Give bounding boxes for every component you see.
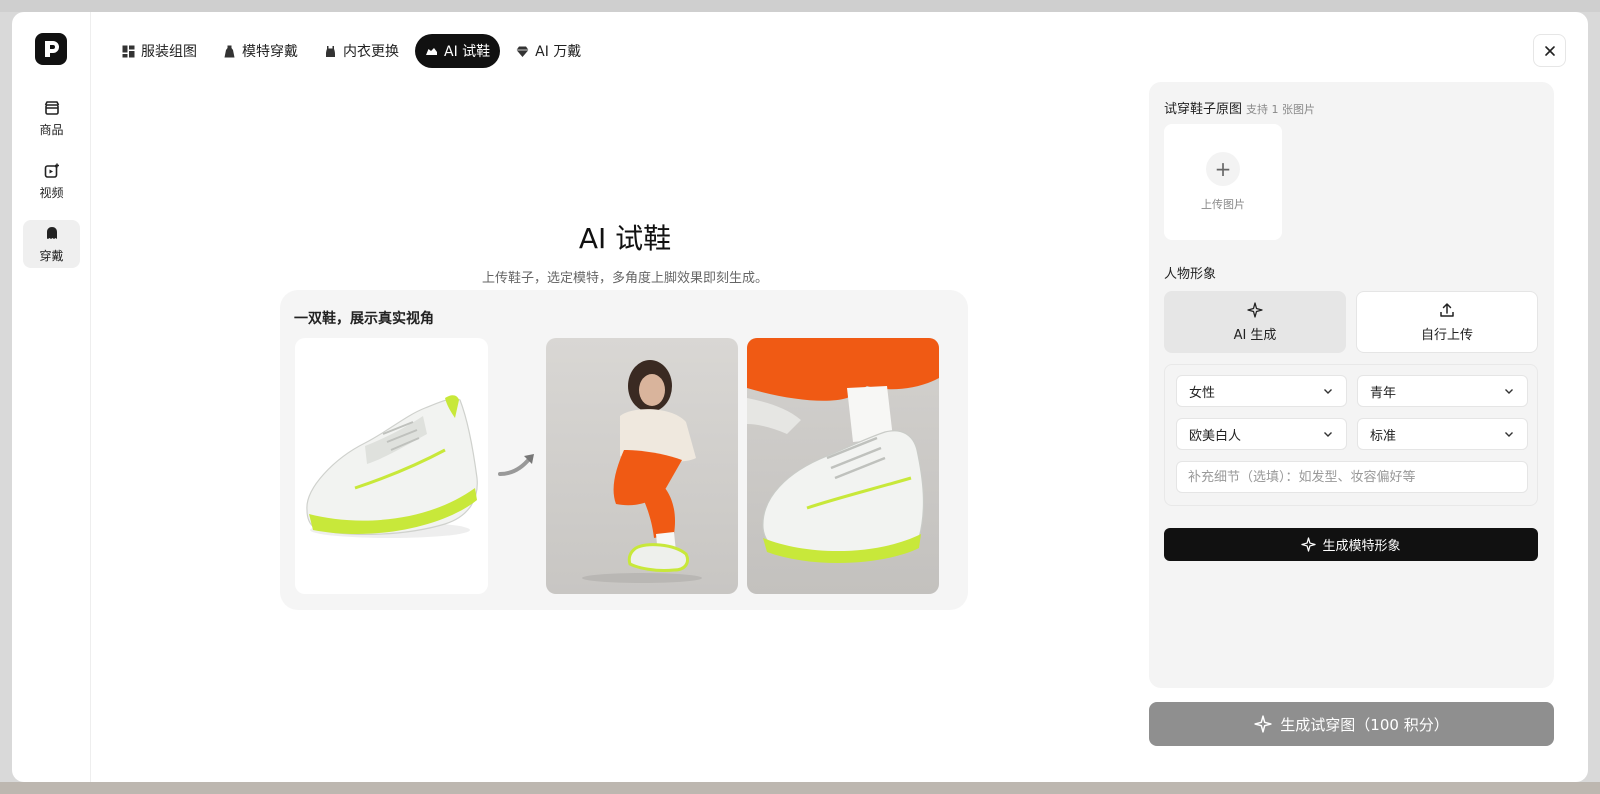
persona-options: 女性 青年 欧美白人 标准 bbox=[1164, 364, 1538, 506]
wear-icon bbox=[46, 226, 57, 239]
sneaker-illustration bbox=[306, 395, 478, 538]
gender-value: 女性 bbox=[1189, 385, 1216, 401]
close-icon bbox=[1544, 45, 1555, 56]
ethnicity-value: 欧美白人 bbox=[1189, 428, 1242, 444]
sparkle-icon bbox=[1254, 715, 1272, 733]
example-card: 一双鞋，展示真实视角 bbox=[280, 290, 968, 610]
upload-section-title-text: 试穿鞋子原图 bbox=[1164, 102, 1243, 117]
gem-icon bbox=[516, 46, 529, 57]
tab-underwear-swap[interactable]: 内衣更换 bbox=[314, 34, 409, 68]
sparkle-icon bbox=[1247, 301, 1263, 318]
left-rail: 商品 视频 穿戴 bbox=[12, 12, 91, 782]
tab-model-wear[interactable]: 模特穿戴 bbox=[213, 34, 308, 68]
tab-label: 内衣更换 bbox=[343, 44, 399, 60]
sidebar-item-label: 商品 bbox=[39, 122, 64, 137]
tryon-modal: 商品 视频 穿戴 服装组图 模特穿戴 内衣更换 AI 试鞋 AI 万戴 AI 试… bbox=[12, 12, 1588, 782]
generate-tryon-label: 生成试穿图（100 积分） bbox=[1280, 715, 1449, 734]
chevron-down-icon bbox=[1324, 389, 1332, 394]
tab-label: 模特穿戴 bbox=[242, 44, 298, 60]
body-type-select[interactable]: 标准 bbox=[1357, 418, 1528, 450]
underwear-icon bbox=[326, 45, 335, 57]
generate-model-button[interactable]: 生成模特形象 bbox=[1164, 528, 1538, 561]
generate-model-label: 生成模特形象 bbox=[1322, 539, 1401, 554]
age-value: 青年 bbox=[1370, 385, 1397, 401]
app-logo[interactable] bbox=[35, 33, 67, 65]
sidebar-item-label: 视频 bbox=[39, 185, 64, 200]
tab-ai-accessory[interactable]: AI 万戴 bbox=[506, 34, 591, 68]
page-title: AI 试鞋 bbox=[578, 222, 672, 255]
tab-outfit-set[interactable]: 服装组图 bbox=[112, 34, 207, 68]
persona-title: 人物形象 bbox=[1164, 267, 1217, 282]
shoe-icon bbox=[426, 47, 437, 55]
hero: AI 试鞋 上传鞋子，选定模特，多角度上脚效果即刻生成。 bbox=[280, 217, 970, 286]
mode-upload-label: 自行上传 bbox=[1420, 327, 1473, 343]
sidebar-item-products[interactable]: 商品 bbox=[23, 94, 80, 142]
chevron-down-icon bbox=[1324, 432, 1332, 437]
video-add-icon bbox=[44, 163, 59, 178]
tab-label: AI 万戴 bbox=[535, 44, 582, 60]
sparkle-icon bbox=[1301, 537, 1317, 552]
age-select[interactable]: 青年 bbox=[1357, 375, 1528, 407]
body-type-value: 标准 bbox=[1370, 428, 1397, 444]
arrow-icon bbox=[498, 454, 534, 476]
feature-tabs: 服装组图 模特穿戴 内衣更换 AI 试鞋 AI 万戴 bbox=[112, 34, 591, 68]
sneaker-closeup-illustration bbox=[747, 338, 939, 564]
grid-icon bbox=[122, 45, 135, 57]
tab-label: 服装组图 bbox=[141, 44, 197, 60]
detail-input[interactable] bbox=[1176, 461, 1528, 493]
tab-ai-shoe-tryon[interactable]: AI 试鞋 bbox=[415, 34, 501, 68]
tryon-result-closeup bbox=[747, 338, 939, 594]
backdrop-top bbox=[0, 0, 1600, 12]
backdrop-bottom bbox=[0, 782, 1600, 794]
mode-self-upload-button[interactable]: 自行上传 bbox=[1356, 291, 1538, 353]
model-crouching-illustration bbox=[582, 360, 702, 583]
upload-icon bbox=[1440, 302, 1454, 317]
ethnicity-select[interactable]: 欧美白人 bbox=[1176, 418, 1347, 450]
upload-section-hint: 支持 1 张图片 bbox=[1246, 103, 1316, 116]
dress-icon bbox=[224, 45, 235, 57]
example-card-title: 一双鞋，展示真实视角 bbox=[294, 311, 434, 327]
mode-ai-label: AI 生成 bbox=[1233, 327, 1277, 343]
sidebar-item-video[interactable]: 视频 bbox=[23, 157, 80, 205]
settings-panel: 试穿鞋子原图 支持 1 张图片 + 上传图片 人物形象 AI 生成 自行上传 女性 bbox=[1149, 82, 1554, 688]
gender-select[interactable]: 女性 bbox=[1176, 375, 1347, 407]
tryon-result-full-body bbox=[546, 338, 738, 594]
chevron-down-icon bbox=[1505, 432, 1513, 437]
generate-tryon-button[interactable]: 生成试穿图（100 积分） bbox=[1149, 702, 1554, 746]
upload-label: 上传图片 bbox=[1201, 198, 1245, 211]
store-icon bbox=[44, 100, 59, 115]
plus-icon: + bbox=[1206, 152, 1240, 186]
source-shoe-image bbox=[295, 338, 488, 594]
chevron-down-icon bbox=[1505, 389, 1513, 394]
page-subtitle: 上传鞋子，选定模特，多角度上脚效果即刻生成。 bbox=[481, 271, 768, 286]
close-button[interactable] bbox=[1533, 34, 1566, 67]
mode-ai-generate-button[interactable]: AI 生成 bbox=[1164, 291, 1346, 353]
tab-label: AI 试鞋 bbox=[444, 44, 491, 60]
shoe-upload-dropzone[interactable]: + 上传图片 bbox=[1164, 124, 1282, 240]
logo-p-icon bbox=[45, 41, 59, 57]
sidebar-item-wear[interactable]: 穿戴 bbox=[23, 220, 80, 268]
upload-section-title: 试穿鞋子原图 支持 1 张图片 bbox=[1164, 98, 1315, 117]
sidebar-item-label: 穿戴 bbox=[39, 248, 64, 263]
